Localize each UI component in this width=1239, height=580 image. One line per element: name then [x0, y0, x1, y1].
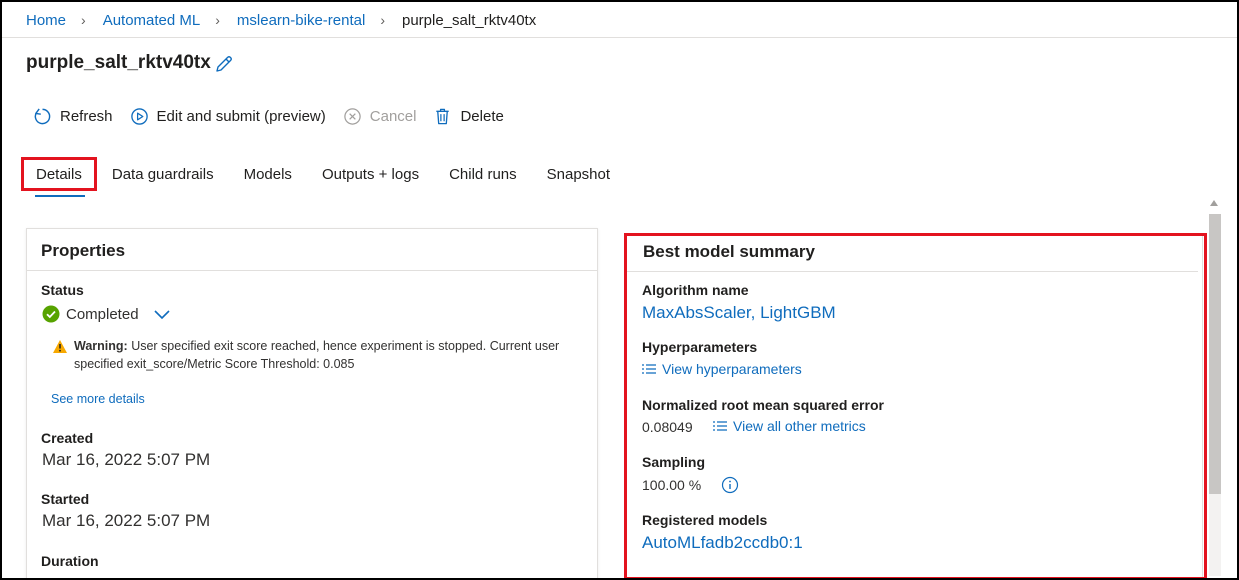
scroll-thumb[interactable] [1209, 214, 1221, 494]
tab-outputs-logs[interactable]: Outputs + logs [307, 157, 434, 191]
created-label: Created [41, 430, 94, 446]
tab-snapshot[interactable]: Snapshot [532, 157, 625, 191]
started-value: Mar 16, 2022 5:07 PM [42, 511, 211, 530]
breadcrumb-automated-ml[interactable]: Automated ML [103, 12, 201, 29]
tab-models[interactable]: Models [229, 157, 307, 191]
command-bar: Refresh Edit and submit (preview) Cancel… [33, 104, 521, 128]
best-model-summary-card: Best model summary Algorithm name MaxAbs… [624, 233, 1207, 580]
chevron-right-icon: › [380, 12, 385, 28]
algorithm-label: Algorithm name [642, 282, 749, 298]
breadcrumb: Home › Automated ML › mslearn-bike-renta… [26, 9, 536, 31]
view-all-metrics-label: View all other metrics [733, 418, 866, 434]
status-value: Completed [66, 305, 139, 323]
properties-title: Properties [41, 241, 126, 260]
edit-submit-button[interactable]: Edit and submit (preview) [130, 107, 326, 126]
warning-icon [53, 340, 67, 353]
chevron-down-icon[interactable] [153, 308, 171, 320]
info-icon[interactable] [721, 476, 739, 494]
tab-details[interactable]: Details [21, 157, 97, 191]
page-title: purple_salt_rktv40tx [26, 52, 211, 73]
cancel-icon [344, 107, 361, 125]
sampling-label: Sampling [642, 454, 706, 470]
algorithm-link[interactable]: MaxAbsScaler, LightGBM [642, 303, 836, 323]
checkmark-circle-icon [42, 305, 60, 323]
cancel-button[interactable]: Cancel [343, 107, 417, 126]
properties-card: Properties Status Completed Warning: Use… [26, 228, 598, 580]
delete-button[interactable]: Delete [433, 107, 504, 126]
tab-data-guardrails[interactable]: Data guardrails [97, 157, 229, 191]
best-model-title: Best model summary [643, 242, 815, 261]
tab-bar: Details Data guardrails Models Outputs +… [21, 157, 625, 191]
scroll-up-arrow-icon[interactable] [1210, 200, 1218, 206]
list-icon [642, 364, 656, 374]
list-icon [713, 421, 727, 431]
chevron-right-icon: › [215, 12, 220, 28]
nrmse-label: Normalized root mean squared error [642, 397, 884, 413]
status-value-row: Completed [42, 305, 177, 323]
pencil-icon[interactable] [214, 54, 234, 74]
warning-message: Warning: User specified exit score reach… [52, 337, 587, 373]
header-divider [2, 37, 1237, 38]
play-circle-icon [130, 107, 148, 125]
view-hyperparameters-label: View hyperparameters [662, 361, 802, 377]
divider [27, 270, 597, 271]
breadcrumb-current: purple_salt_rktv40tx [401, 11, 537, 29]
sampling-value: 100.00 % [642, 477, 702, 493]
vertical-scrollbar[interactable] [1207, 198, 1223, 580]
active-tab-indicator [35, 195, 85, 197]
created-value: Mar 16, 2022 5:07 PM [42, 450, 211, 469]
warning-text-block: Warning: User specified exit score reach… [74, 337, 587, 373]
chevron-right-icon: › [81, 12, 86, 28]
registered-model-link[interactable]: AutoMLfadb2ccdb0:1 [642, 533, 803, 553]
refresh-icon [34, 107, 51, 124]
card-body: Best model summary Algorithm name MaxAbs… [627, 236, 1203, 577]
hyperparameters-label: Hyperparameters [642, 339, 758, 355]
duration-label: Duration [41, 553, 99, 569]
breadcrumb-experiment[interactable]: mslearn-bike-rental [237, 12, 365, 29]
edit-submit-label: Edit and submit (preview) [156, 107, 326, 125]
status-label: Status [41, 282, 84, 298]
started-label: Started [41, 491, 90, 507]
warning-prefix: Warning: [74, 339, 128, 353]
view-hyperparameters-link[interactable]: View hyperparameters [641, 361, 802, 377]
view-all-metrics-link[interactable]: View all other metrics [712, 418, 866, 434]
cancel-label: Cancel [369, 107, 417, 125]
see-more-details-link[interactable]: See more details [51, 392, 145, 406]
refresh-label: Refresh [60, 107, 113, 125]
refresh-button[interactable]: Refresh [33, 107, 113, 126]
registered-models-label: Registered models [642, 512, 768, 528]
delete-label: Delete [460, 107, 504, 125]
breadcrumb-home[interactable]: Home [26, 12, 66, 29]
warning-text: User specified exit score reached, hence… [74, 339, 560, 371]
nrmse-value: 0.08049 [642, 419, 693, 435]
divider [627, 271, 1198, 272]
trash-icon [436, 108, 450, 124]
tab-child-runs[interactable]: Child runs [434, 157, 532, 191]
